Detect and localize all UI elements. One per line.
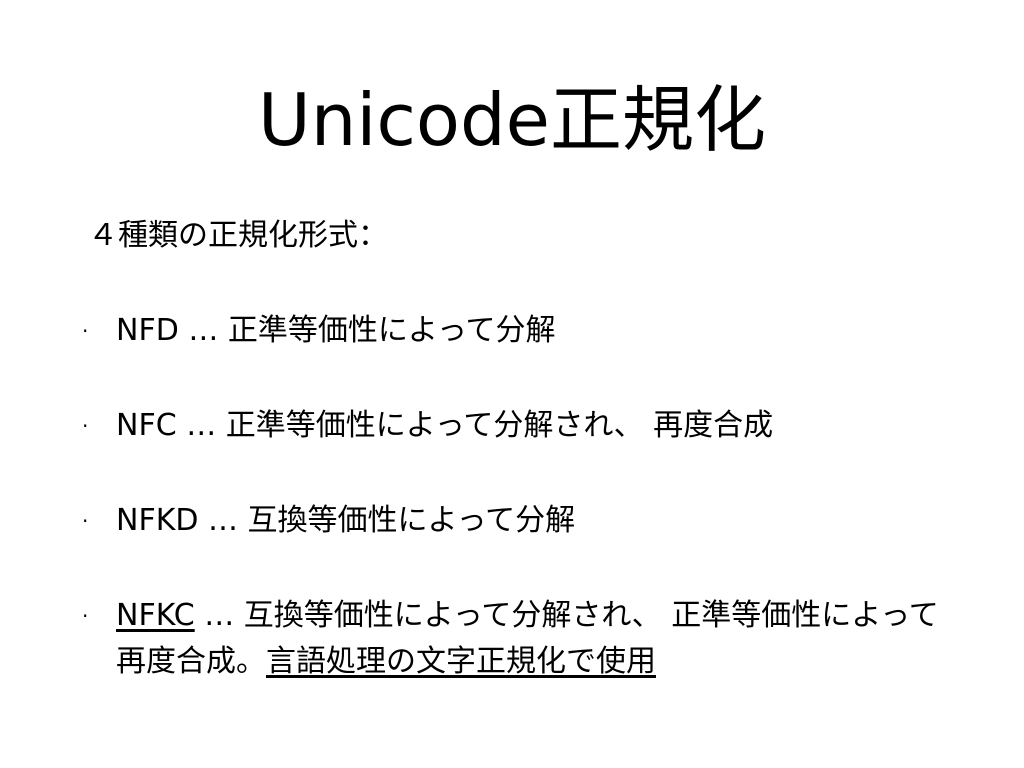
form-name-nfc: NFC	[116, 408, 177, 443]
bullet-marker: ·	[82, 509, 89, 533]
form-desc-nfkd: … 互換等価性によって分解	[198, 503, 576, 538]
bullet-marker: ·	[82, 414, 89, 438]
form-name-nfd: NFD	[116, 313, 179, 348]
form-desc-nfd: … 正準等価性によって分解	[178, 313, 556, 348]
form-desc-nfc: … 正準等価性によって分解され、 再度合成	[176, 408, 774, 443]
bullet-marker: ·	[82, 604, 89, 628]
bullet-marker: ·	[82, 319, 89, 343]
form-name-nfkc: NFKC	[116, 598, 195, 633]
slide: Unicode正規化 ４種類の正規化形式： · NFD … 正準等価性によって分…	[0, 0, 1024, 768]
form-name-nfkd: NFKD	[116, 503, 199, 538]
bullet-nfkd: · NFKD … 互換等価性によって分解	[80, 498, 960, 544]
slide-title: Unicode正規化	[258, 78, 766, 162]
form-note-nfkc: 言語処理の文字正規化で使用	[266, 644, 656, 679]
bullet-list: · NFD … 正準等価性によって分解 · NFC … 正準等価性によって分解さ…	[80, 308, 960, 685]
slide-subtitle: ４種類の正規化形式：	[88, 218, 388, 253]
bullet-nfkc: · NFKC … 互換等価性によって分解され、 正準等価性によって再度合成。言語…	[80, 593, 960, 685]
bullet-nfd: · NFD … 正準等価性によって分解	[80, 308, 960, 354]
bullet-nfc: · NFC … 正準等価性によって分解され、 再度合成	[80, 403, 960, 449]
